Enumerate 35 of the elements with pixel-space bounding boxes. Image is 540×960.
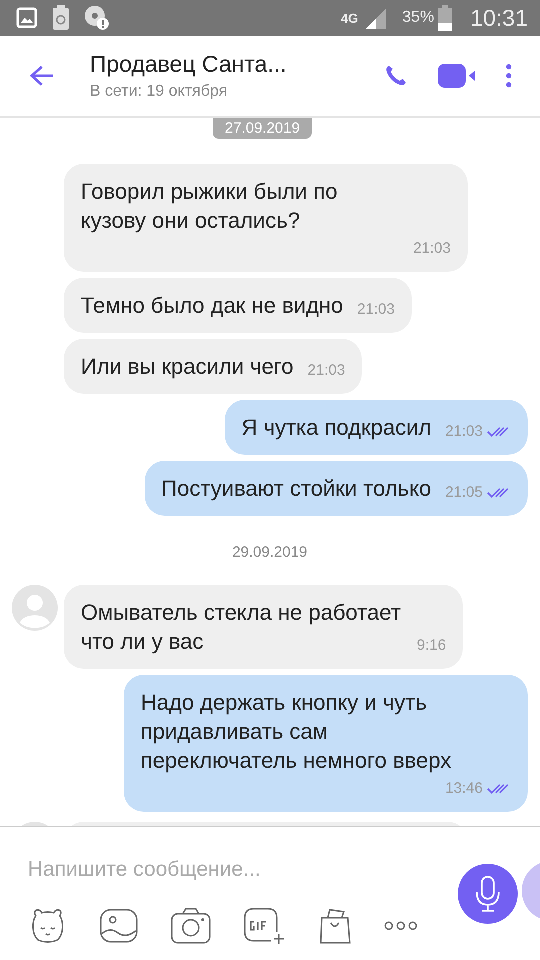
battery-percent: 35% — [402, 9, 434, 27]
more-options-icon[interactable] — [384, 920, 418, 930]
message-text: Темно было дак не видно — [81, 292, 344, 320]
signal-icon — [364, 7, 388, 29]
microphone-icon — [475, 876, 501, 912]
camera-icon[interactable] — [170, 908, 211, 944]
message-text: Надо держать кнопку и чуть придавливать сам переключатель немного вверх — [141, 689, 452, 775]
battery-icon — [438, 5, 452, 31]
disc-alert-icon — [84, 5, 110, 31]
clock: 10:31 — [470, 4, 528, 32]
message-text: Или вы красили чего — [81, 353, 294, 381]
message-time: 9:16 — [417, 636, 446, 656]
message-time: 21:03 — [413, 239, 451, 259]
recycle-icon — [52, 5, 70, 31]
message-time: 21:05 — [445, 483, 483, 503]
last-seen: В сети: 19 октября — [90, 83, 228, 101]
contact-name[interactable]: Продавец Санта... — [90, 51, 354, 78]
network-type: 4G — [341, 10, 358, 26]
message-time: 13:46 — [445, 779, 483, 799]
shopping-bag-icon[interactable] — [320, 908, 352, 944]
gallery-icon[interactable] — [100, 908, 138, 942]
message-text: Я чутка подкрасил — [242, 414, 432, 442]
date-separator: 29.09.2019 — [232, 544, 308, 561]
message-text: Постуивают стойки только — [162, 475, 432, 503]
back-icon[interactable] — [29, 64, 55, 88]
message-time: 21:03 — [308, 361, 346, 381]
message-time: 21:03 — [357, 300, 395, 320]
date-separator: 27.09.2019 — [213, 118, 312, 139]
message-text: Говорил рыжики были по кузову они остались? — [81, 178, 339, 235]
message-time: 21:03 — [445, 422, 483, 442]
phone-icon[interactable] — [384, 64, 408, 88]
video-camera-icon[interactable] — [438, 64, 476, 88]
image-icon — [16, 7, 38, 29]
message-text: Омыватель стекла не работает что ли у вас — [81, 599, 402, 656]
more-icon[interactable] — [506, 64, 512, 88]
